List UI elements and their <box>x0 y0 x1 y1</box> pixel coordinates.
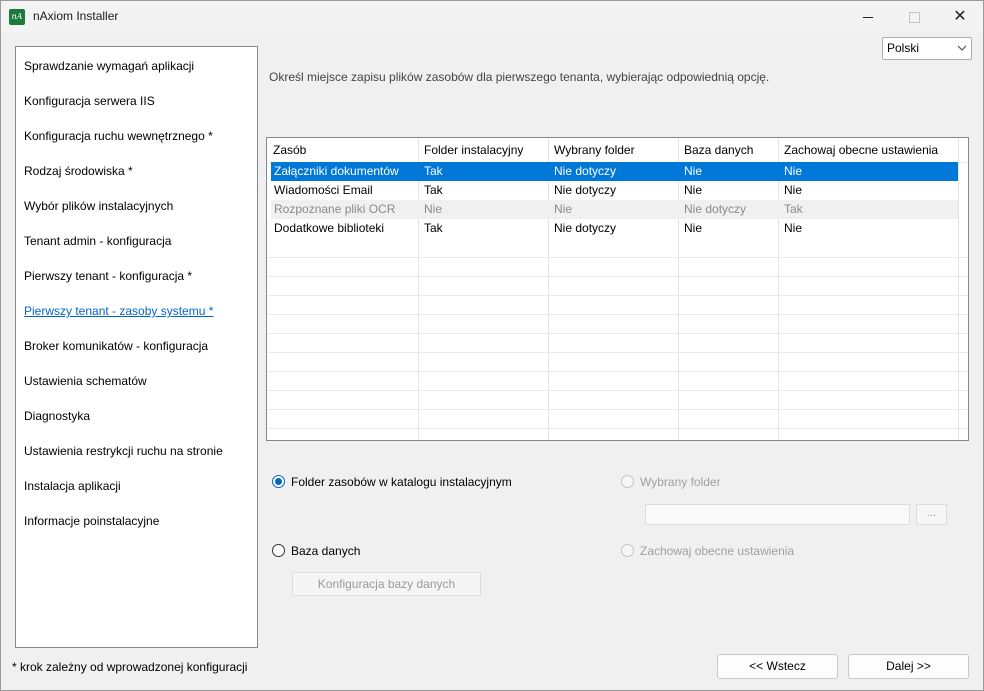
column-header-resource[interactable]: Zasób <box>267 141 418 160</box>
table-cell: Nie <box>684 164 703 178</box>
table-cell: Nie <box>784 164 803 178</box>
back-button[interactable]: << Wstecz <box>717 654 838 679</box>
grid-divider <box>267 333 968 334</box>
grid-divider <box>267 352 968 353</box>
sidebar-item-iis[interactable]: Konfiguracja serwera IIS <box>24 94 155 108</box>
column-header-database[interactable]: Baza danych <box>678 141 778 160</box>
radio-install-folder[interactable] <box>272 475 285 488</box>
resources-table[interactable]: Zasób Folder instalacyjny Wybrany folder… <box>266 137 969 441</box>
chevron-down-icon <box>957 45 967 51</box>
steps-sidebar: Sprawdzanie wymagań aplikacji Konfigurac… <box>15 46 258 648</box>
column-header-selected-folder[interactable]: Wybrany folder <box>548 141 678 160</box>
close-button[interactable]: ✕ <box>937 1 983 32</box>
table-cell: Dodatkowe biblioteki <box>274 221 385 235</box>
sidebar-item-install-files[interactable]: Wybór plików instalacyjnych <box>24 199 173 213</box>
grid-divider <box>267 295 968 296</box>
minimize-icon <box>863 16 873 18</box>
column-header-keep-settings[interactable]: Zachowaj obecne ustawienia <box>778 141 958 160</box>
database-config-button: Konfiguracja bazy danych <box>292 572 481 596</box>
radio-selected-folder-label: Wybrany folder <box>640 475 721 489</box>
minimize-button[interactable] <box>845 1 891 32</box>
title-bar[interactable]: nA nAxiom Installer ✕ <box>1 1 983 32</box>
table-cell: Rozpoznane pliki OCR <box>274 202 396 216</box>
footnote-text: * krok zależny od wprowadzonej konfigura… <box>12 660 248 674</box>
grid-divider <box>267 257 968 258</box>
table-cell: Tak <box>424 183 443 197</box>
table-cell: Nie <box>554 202 573 216</box>
close-icon: ✕ <box>953 8 967 25</box>
sidebar-item-environment[interactable]: Rodzaj środowiska * <box>24 164 133 178</box>
radio-keep-settings-label: Zachowaj obecne ustawienia <box>640 544 795 558</box>
table-cell: Nie <box>684 221 703 235</box>
table-cell: Nie dotyczy <box>554 164 617 178</box>
grid-divider <box>267 409 968 410</box>
grid-divider <box>267 314 968 315</box>
sidebar-item-first-tenant-resources[interactable]: Pierwszy tenant - zasoby systemu * <box>24 304 213 318</box>
sidebar-item-first-tenant[interactable]: Pierwszy tenant - konfiguracja * <box>24 269 192 283</box>
next-button[interactable]: Dalej >> <box>848 654 969 679</box>
radio-install-folder-label[interactable]: Folder zasobów w katalogu instalacyjnym <box>291 475 512 489</box>
language-select[interactable]: Polski <box>882 37 972 60</box>
app-logo-icon: nA <box>9 9 25 25</box>
table-cell: Nie <box>784 183 803 197</box>
radio-selected-folder <box>621 475 634 488</box>
sidebar-item-schemas[interactable]: Ustawienia schematów <box>24 374 147 388</box>
language-value: Polski <box>887 41 920 55</box>
table-cell: Wiadomości Email <box>274 183 373 197</box>
folder-path-input <box>645 504 910 525</box>
browse-folder-button: ... <box>916 504 947 525</box>
installer-window: nA nAxiom Installer ✕ Sprawdzanie wymaga… <box>0 0 984 691</box>
table-cell: Tak <box>784 202 803 216</box>
radio-keep-settings <box>621 544 634 557</box>
instruction-text: Określ miejsce zapisu plików zasobów dla… <box>269 70 770 84</box>
grid-divider <box>267 428 968 429</box>
grid-divider <box>958 138 959 440</box>
table-cell: Załączniki dokumentów <box>274 164 399 178</box>
table-cell: Nie <box>684 183 703 197</box>
window-title: nAxiom Installer <box>33 9 119 23</box>
table-cell: Nie dotyczy <box>554 183 617 197</box>
sidebar-item-requirements[interactable]: Sprawdzanie wymagań aplikacji <box>24 59 194 73</box>
maximize-button <box>891 1 937 32</box>
radio-database-label[interactable]: Baza danych <box>291 544 360 558</box>
sidebar-item-internal-traffic[interactable]: Konfiguracja ruchu wewnętrznego * <box>24 129 213 143</box>
sidebar-item-installation[interactable]: Instalacja aplikacji <box>24 479 121 493</box>
sidebar-item-traffic-restrictions[interactable]: Ustawienia restrykcji ruchu na stronie <box>24 444 223 458</box>
grid-divider <box>267 390 968 391</box>
table-cell: Nie dotyczy <box>684 202 747 216</box>
radio-database[interactable] <box>272 544 285 557</box>
grid-divider <box>267 276 968 277</box>
sidebar-item-post-install[interactable]: Informacje poinstalacyjne <box>24 514 159 528</box>
column-header-install-folder[interactable]: Folder instalacyjny <box>418 141 548 160</box>
grid-divider <box>267 371 968 372</box>
table-cell: Nie dotyczy <box>554 221 617 235</box>
sidebar-item-diagnostics[interactable]: Diagnostyka <box>24 409 90 423</box>
table-cell: Tak <box>424 164 443 178</box>
maximize-icon <box>908 11 920 23</box>
sidebar-item-tenant-admin[interactable]: Tenant admin - konfiguracja <box>24 234 171 248</box>
table-cell: Tak <box>424 221 443 235</box>
table-cell: Nie <box>784 221 803 235</box>
table-cell: Nie <box>424 202 443 216</box>
sidebar-item-broker[interactable]: Broker komunikatów - konfiguracja <box>24 339 208 353</box>
